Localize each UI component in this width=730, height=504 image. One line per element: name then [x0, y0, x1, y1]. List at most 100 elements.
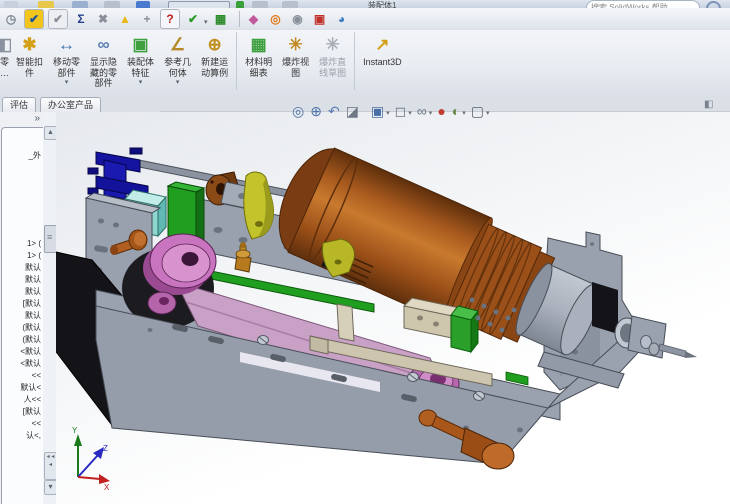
exploded-view-icon: ✳	[288, 35, 303, 54]
compare-squares-icon[interactable]: ▣	[311, 10, 329, 28]
equations-icon[interactable]: Σ	[72, 10, 90, 28]
clamp-bracket-yellow-left[interactable]	[243, 171, 275, 240]
tree-item[interactable]: (默认	[0, 322, 42, 333]
section-view-icon[interactable]: ◪	[346, 100, 359, 122]
edit-appearance-icon[interactable]: ●	[437, 100, 445, 122]
reference-geometry-button[interactable]: ∠ 参考几 何体 ▾	[159, 30, 196, 86]
design-check-icon[interactable]: ✔	[184, 10, 202, 28]
insert-component-icon: ◧	[0, 33, 11, 57]
render-sphere-icon[interactable]: ◕	[333, 10, 351, 28]
tab-evaluate[interactable]: 评估	[2, 97, 37, 112]
smart-fasteners-button[interactable]: ✱ 智能扣件	[11, 30, 48, 78]
stopwatch-icon[interactable]: ◷	[2, 10, 20, 28]
tree-item[interactable]: 默认	[0, 286, 42, 297]
main-area: » _外 1> (1> (默认 默认 默认 [默认 默认 (默认 (默认 <默认 <默认 << 默认…	[0, 111, 730, 504]
trim-icon[interactable]: ✖	[94, 10, 112, 28]
instant3d-button[interactable]: ↗ Instant3D	[358, 30, 407, 68]
dropdown-arrow-icon[interactable]: ▾	[176, 79, 180, 86]
tools-toolbar: ◷ ✔ ✔ Σ ✖ ▲ +? ✔ ▾ ▦ ◆ ◎ ◉ ▣ ◕	[0, 8, 730, 31]
feature-manager-panel: » _外 1> (1> (默认 默认 默认 [默认 默认 (默认 (默认 <默认 <默认 << 默认…	[0, 112, 44, 504]
stop-block-green[interactable]	[450, 305, 479, 354]
zoom-to-area-icon[interactable]: ⊕	[310, 100, 322, 122]
tree-item[interactable]: 默认	[0, 274, 42, 285]
triad-y-label: Y	[72, 426, 78, 435]
assembly-features-icon: ▣	[132, 35, 149, 54]
view-orientation-icon[interactable]: ▣	[371, 100, 384, 122]
tree-root-item[interactable]: _外	[0, 150, 42, 161]
ribbon-button-label: 部件	[94, 78, 113, 88]
previous-view-icon[interactable]: ↶	[328, 100, 340, 122]
toolbar-separator	[238, 11, 240, 27]
tool-shaft[interactable]	[658, 343, 697, 358]
ribbon-button-label: 移动零	[53, 57, 81, 67]
orientation-triad: Y Z X	[72, 426, 110, 492]
panel-collapse-chevron[interactable]: »	[34, 113, 40, 124]
checkbox-icon[interactable]: ✔	[48, 9, 68, 29]
tree-item[interactable]: 默认	[0, 262, 42, 273]
tree-item[interactable]: 人<<	[0, 394, 42, 405]
ribbon-button-label: 件	[25, 67, 35, 78]
ribbon-separator	[354, 32, 356, 90]
model-canvas[interactable]: Y Z X	[37, 112, 730, 504]
assembly-features-button[interactable]: ▣ 装配体 特征 ▾	[122, 30, 159, 86]
ribbon-button-label: 图	[291, 67, 301, 78]
verification-box-icon[interactable]: ✔	[24, 9, 44, 29]
ribbon-button-label: 藏的零	[90, 67, 118, 78]
ribbon-button-label: 部件	[57, 67, 76, 78]
dropdown-arrow-icon[interactable]: ▾	[65, 79, 69, 86]
ribbon-button-label: 零	[0, 57, 9, 67]
right-black-block[interactable]	[592, 282, 618, 334]
ribbon-button-label: 新建运	[201, 57, 229, 67]
align-icon[interactable]: +	[138, 10, 156, 28]
tree-item[interactable]: <默认	[0, 346, 42, 357]
insert-component-button[interactable]: ◧零…	[0, 30, 11, 78]
ribbon-button-label: …	[0, 67, 9, 78]
move-component-button[interactable]: ↔ 移动零 部件 ▾	[48, 30, 85, 86]
ribbon-button-label: 何体	[168, 67, 187, 78]
tree-item[interactable]: 1> (	[0, 238, 42, 249]
ribbon-button-label: 智能扣	[16, 57, 44, 67]
tree-item[interactable]: [默认	[0, 298, 42, 309]
tree-item[interactable]: <<	[0, 418, 42, 429]
dropdown-arrow-icon[interactable]: ▾	[139, 79, 143, 86]
dropdown-arrow-icon[interactable]: ▾	[462, 109, 466, 117]
excel-table-icon[interactable]: ▦	[212, 10, 230, 28]
tree-item[interactable]: <默认	[0, 358, 42, 369]
select-check-icon[interactable]: ◉	[289, 10, 307, 28]
dropdown-arrow-icon[interactable]: ▾	[204, 18, 208, 26]
tree-scrollbar: ▲ ◂ ◂ ◂ ▾	[43, 112, 57, 504]
motion-manager-icon[interactable]: ◆	[245, 10, 263, 28]
tree-item[interactable]: 1> (	[0, 250, 42, 261]
dropdown-arrow-icon[interactable]: ▾	[429, 109, 433, 117]
dropdown-arrow-icon[interactable]: ▾	[486, 109, 490, 117]
explode-line-sketch-button[interactable]: ✳ 爆炸直 线草图	[314, 30, 351, 78]
exploded-view-button[interactable]: ✳ 爆炸视图	[277, 30, 314, 78]
explode-line-sketch-icon: ✳	[325, 35, 340, 54]
show-hidden-components-button[interactable]: ∞ 显示隐 藏的零 部件	[85, 30, 122, 89]
interference-detection-icon[interactable]: ▲	[116, 10, 134, 28]
dropdown-arrow-icon[interactable]: ▾	[408, 109, 412, 117]
tool-holder-block[interactable]	[627, 315, 667, 359]
dropdown-arrow-icon[interactable]: ▾	[386, 109, 390, 117]
appearance-rings-icon[interactable]: ◎	[267, 10, 285, 28]
new-motion-study-button[interactable]: ⊕ 新建运 动算例	[196, 30, 233, 78]
tree-item[interactable]: (默认	[0, 334, 42, 345]
display-style-icon[interactable]: ◻	[395, 100, 407, 122]
tree-item[interactable]: 认<,	[0, 430, 42, 441]
hide-show-items-icon[interactable]: ∞	[417, 100, 427, 122]
show-hidden-components-icon: ∞	[97, 35, 110, 54]
tree-item[interactable]: 默认	[0, 310, 42, 321]
apply-scene-icon[interactable]: ◐	[452, 100, 460, 122]
pane-toggle-icon[interactable]: ◧	[704, 99, 713, 110]
bill-of-materials-button[interactable]: ▦ 材料明 细表	[240, 30, 277, 78]
tree-item[interactable]: [默认	[0, 406, 42, 417]
ribbon-button-label: 细表	[249, 67, 268, 78]
graphics-viewport[interactable]: Y Z X	[37, 111, 730, 504]
zoom-to-fit-icon[interactable]: ◎	[292, 100, 304, 122]
ribbon-button-label: 参考几	[164, 57, 192, 67]
tree-item[interactable]: 默认<	[0, 382, 42, 393]
view-settings-icon[interactable]: ▢	[471, 100, 484, 122]
tree-item[interactable]: <<	[0, 370, 42, 381]
tab-office-products[interactable]: 办公室产品	[40, 97, 102, 112]
check-document-icon[interactable]: ?	[160, 9, 180, 29]
